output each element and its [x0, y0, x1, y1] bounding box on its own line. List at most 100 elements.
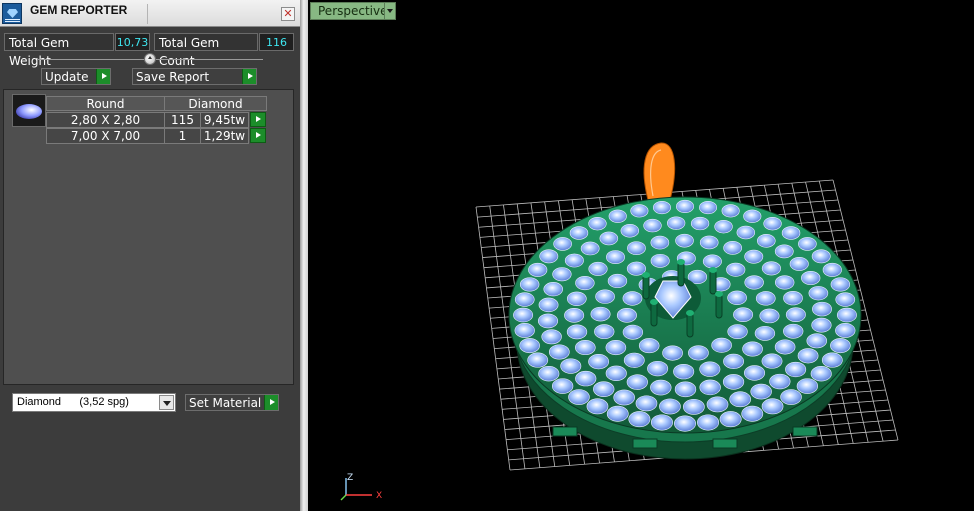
pave-gem	[721, 204, 740, 218]
pave-gem	[650, 379, 672, 396]
pave-gem	[743, 365, 766, 381]
close-button[interactable]: ✕	[281, 7, 295, 21]
pave-gem	[723, 353, 744, 369]
base-window	[792, 426, 818, 437]
pave-gem	[537, 313, 559, 329]
pave-gem	[835, 292, 856, 307]
base-window	[552, 426, 578, 437]
title-separator	[147, 4, 148, 24]
pave-gem	[616, 308, 637, 323]
pave-gem	[630, 204, 649, 218]
pave-gem	[647, 360, 669, 377]
pave-gem	[741, 405, 764, 422]
pave-gem	[519, 338, 540, 354]
pave-gem	[564, 253, 584, 268]
pave-gem	[673, 415, 697, 432]
save-report-label: Save Report	[136, 70, 210, 84]
prong-tip	[715, 291, 723, 297]
chevron-down-icon[interactable]	[159, 395, 174, 410]
pave-gem	[586, 398, 609, 415]
pave-gem	[605, 340, 627, 356]
axis-gizmo: Z X	[340, 473, 382, 501]
gem-reporter-icon	[2, 3, 22, 24]
pave-gem	[835, 323, 856, 338]
pave-gem	[727, 290, 747, 305]
pave-gem	[783, 323, 804, 339]
3d-viewport[interactable]: Z X Perspective	[308, 0, 974, 511]
pave-gem	[761, 398, 784, 415]
chevron-down-icon[interactable]	[384, 2, 396, 20]
pave-gem	[659, 398, 681, 415]
center-prong	[642, 274, 650, 300]
pave-gem	[599, 231, 619, 246]
pave-gem	[560, 358, 582, 374]
panel-title: GEM REPORTER	[30, 3, 128, 17]
pave-gem	[595, 289, 615, 304]
pave-gem	[566, 324, 588, 340]
pave-gem	[541, 329, 562, 345]
pave-gem	[519, 277, 540, 292]
pave-gem	[699, 379, 721, 396]
gem-glyph	[7, 9, 18, 18]
pave-gem	[754, 325, 776, 341]
pave-gem	[801, 270, 821, 286]
play-icon	[242, 69, 256, 84]
pave-gem	[836, 307, 857, 323]
pave-gem	[538, 366, 560, 382]
pave-gem	[580, 241, 600, 256]
material-dropdown[interactable]: Diamond (3,52 spg)	[12, 393, 176, 412]
report-lines-glyph	[5, 19, 20, 22]
pave-gem	[539, 249, 559, 264]
row-1-select-button[interactable]	[250, 112, 266, 127]
pave-gem	[812, 301, 832, 317]
pave-gem	[783, 290, 803, 306]
pave-gem	[750, 383, 772, 400]
pave-gem	[781, 226, 801, 240]
play-icon	[264, 395, 278, 410]
gem-report-table-area: Round Diamond 2,80 X 2,80 115 9,45tw 7,0…	[3, 89, 294, 385]
pave-gem	[699, 361, 721, 377]
save-report-button[interactable]: Save Report	[132, 68, 257, 85]
pave-gem	[650, 253, 670, 268]
close-icon: ✕	[283, 7, 293, 20]
pave-gem	[699, 200, 718, 215]
pave-gem	[729, 391, 751, 408]
axis-z-label: Z	[347, 473, 353, 483]
set-material-button[interactable]: Set Material	[185, 394, 279, 411]
panel-slider-knob[interactable]	[144, 53, 156, 65]
pave-gem	[714, 219, 733, 234]
pave-gem	[774, 339, 796, 355]
total-gem-count-label: Total Gem Count	[154, 33, 258, 68]
pave-gem	[553, 237, 572, 251]
pave-gem	[675, 233, 694, 248]
gem-thumbnail[interactable]	[12, 94, 46, 127]
pave-gem	[743, 209, 762, 223]
row-2-select-button[interactable]	[250, 128, 266, 143]
pave-gem	[706, 396, 729, 413]
pave-gem	[538, 297, 559, 313]
update-button[interactable]: Update	[41, 68, 111, 85]
pave-gem	[810, 366, 832, 382]
pave-gem	[821, 352, 843, 368]
pave-gem	[575, 340, 596, 356]
pave-gem	[568, 389, 590, 405]
pave-gem	[733, 307, 754, 322]
panel-titlebar: GEM REPORTER ✕	[0, 0, 300, 27]
pave-gem	[622, 324, 644, 340]
pave-gem	[727, 324, 748, 339]
pave-gem	[811, 317, 832, 333]
pave-gem	[682, 398, 705, 415]
pave-gem	[722, 374, 745, 390]
pave-gem	[723, 241, 743, 255]
pave-gem	[607, 273, 628, 289]
pave-gem	[626, 374, 648, 390]
pave-gem	[564, 308, 585, 323]
pave-gem	[742, 341, 763, 357]
pave-gem	[785, 361, 807, 378]
pave-gem	[638, 338, 660, 354]
panel-splitter[interactable]	[300, 0, 308, 511]
pave-gem	[662, 345, 683, 361]
row-1-weight: 9,45tw	[200, 112, 249, 128]
pave-gem	[513, 307, 534, 323]
header-shape: Round	[46, 96, 165, 111]
